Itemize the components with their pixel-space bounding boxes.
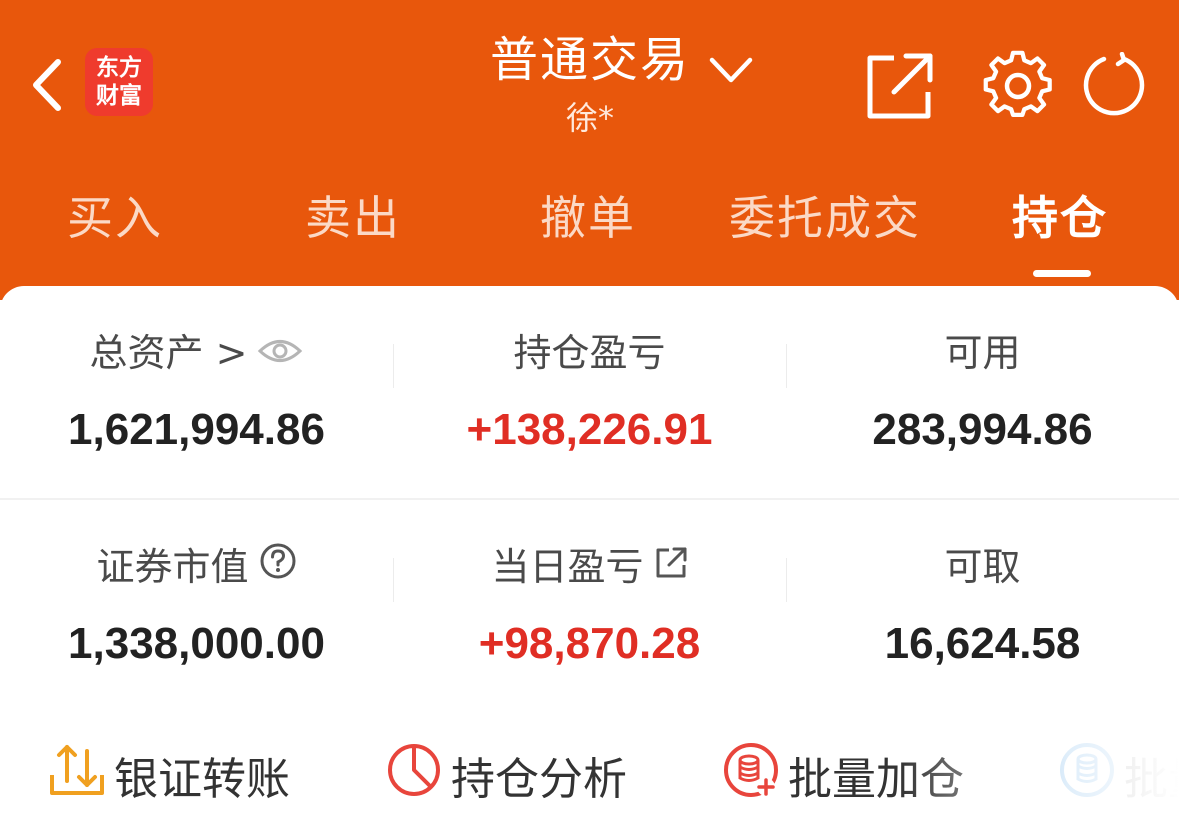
bank-transfer-label: 银证转账	[114, 754, 290, 805]
total-assets-value: 1,621,994.86	[68, 405, 325, 454]
total-assets-label-row: 总资产 >	[0, 328, 393, 378]
pie-chart-icon	[385, 741, 443, 810]
daily-pl-value: +98,870.28	[478, 619, 701, 668]
settings-button[interactable]	[982, 50, 1054, 122]
withdrawable-value: 16,624.58	[884, 619, 1081, 668]
database-plus-icon	[722, 741, 780, 810]
external-link-icon[interactable]	[654, 542, 688, 592]
tab-positions[interactable]: 持仓	[990, 180, 1130, 260]
account-name: 徐*	[565, 99, 614, 137]
market-value-label: 证券市值	[96, 545, 249, 589]
batch-add-label: 批量加仓	[788, 754, 964, 805]
chevron-left-icon	[33, 59, 61, 111]
help-icon[interactable]	[259, 542, 297, 592]
gear-icon	[983, 50, 1052, 117]
withdrawable-funds: 可取 16,624.58	[786, 542, 1179, 674]
eye-icon[interactable]	[257, 328, 303, 378]
trade-tabs: 买入 卖出 撤单 委托成交 持仓	[0, 180, 1179, 260]
tab-orders-trades[interactable]: 委托成交	[715, 180, 935, 260]
chevron-down-icon	[709, 57, 753, 83]
available-funds: 可用 283,994.86	[786, 328, 1179, 460]
batch-label: 批量	[1124, 754, 1179, 805]
tab-sell[interactable]: 卖出	[283, 180, 423, 260]
position-pl-label: 持仓盈亏	[513, 331, 666, 375]
batch-add-button[interactable]: 批量加仓	[722, 730, 964, 820]
external-link-icon	[867, 53, 933, 119]
batch-button[interactable]: 批量	[1058, 730, 1179, 820]
available-value: 283,994.86	[872, 405, 1093, 454]
tab-buy[interactable]: 买入	[45, 180, 185, 260]
logo-text-line2: 财富	[96, 82, 142, 109]
back-button[interactable]	[22, 50, 72, 120]
daily-profit-loss[interactable]: 当日盈亏 +98,870.28	[393, 542, 786, 674]
share-button[interactable]	[864, 52, 934, 122]
market-value-value: 1,338,000.00	[68, 619, 325, 668]
logo-text-line1: 东方	[96, 54, 142, 81]
available-label: 可用	[944, 331, 1021, 375]
securities-market-value: 证券市值 1,338,000.00	[0, 542, 393, 674]
total-assets-label: 总资产 >	[89, 331, 248, 375]
account-switcher[interactable]: 普通交易 徐*	[470, 26, 770, 146]
active-tab-indicator	[1033, 270, 1091, 277]
quick-actions: 银证转账 持仓分析 批量加仓 批	[0, 730, 1179, 820]
row-divider	[0, 498, 1179, 500]
position-pl-value: +138,226.91	[466, 405, 713, 454]
app-logo: 东方 财富	[85, 48, 153, 116]
tab-cancel-order[interactable]: 撤单	[518, 180, 658, 260]
position-analysis-label: 持仓分析	[451, 754, 627, 805]
daily-pl-label-row: 当日盈亏	[393, 542, 786, 592]
transfer-icon	[48, 741, 106, 810]
refresh-icon	[1083, 51, 1145, 116]
daily-pl-label: 当日盈亏	[491, 545, 644, 589]
refresh-button[interactable]	[1082, 51, 1146, 116]
total-assets[interactable]: 总资产 > 1,621,994.86	[0, 328, 393, 460]
market-value-label-row: 证券市值	[0, 542, 393, 592]
withdrawable-label: 可取	[944, 545, 1021, 589]
bank-transfer-button[interactable]: 银证转账	[48, 730, 290, 820]
position-profit-loss: 持仓盈亏 +138,226.91	[393, 328, 786, 460]
page-title: 普通交易	[489, 32, 690, 88]
app-header: 东方 财富 普通交易 徐* 买入 卖出 撤单 委托成交 持仓	[0, 0, 1179, 300]
position-analysis-button[interactable]: 持仓分析	[385, 730, 627, 820]
database-icon	[1058, 741, 1116, 810]
